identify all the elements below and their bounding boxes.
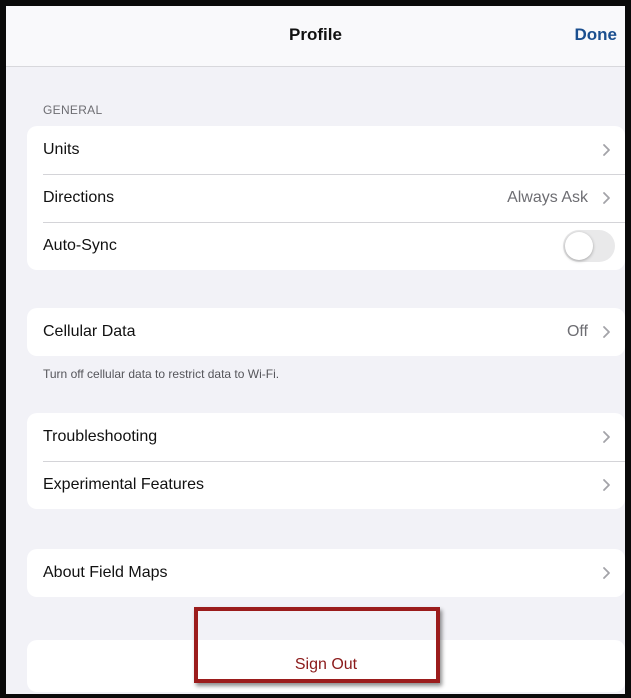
- units-label: Units: [43, 141, 80, 158]
- experimental-features-row[interactable]: Experimental Features: [27, 461, 625, 509]
- chevron-right-icon: [603, 431, 610, 443]
- about-field-maps-label: About Field Maps: [43, 564, 168, 581]
- chevron-right-icon: [603, 326, 610, 338]
- directions-value: Always Ask: [507, 189, 588, 206]
- about-group: About Field Maps: [27, 549, 625, 597]
- page-title: Profile: [289, 25, 342, 44]
- profile-screen: Profile Done GENERAL Units Directions Al…: [0, 0, 631, 698]
- section-header-general: GENERAL: [43, 103, 103, 117]
- chevron-right-icon: [603, 192, 610, 204]
- cellular-group: Cellular Data Off: [27, 308, 625, 356]
- auto-sync-row: Auto-Sync: [27, 222, 625, 270]
- sign-out-group: Sign Out: [27, 640, 625, 692]
- cellular-footnote: Turn off cellular data to restrict data …: [43, 367, 280, 381]
- chevron-right-icon: [603, 479, 610, 491]
- about-field-maps-row[interactable]: About Field Maps: [27, 549, 625, 597]
- chevron-right-icon: [603, 567, 610, 579]
- support-group: Troubleshooting Experimental Features: [27, 413, 625, 509]
- cellular-data-value: Off: [566, 323, 588, 340]
- done-button[interactable]: Done: [575, 25, 618, 45]
- units-row[interactable]: Units: [27, 126, 625, 174]
- troubleshooting-label: Troubleshooting: [43, 428, 158, 445]
- cellular-data-label: Cellular Data: [43, 323, 136, 340]
- directions-label: Directions: [43, 189, 115, 206]
- cellular-data-row[interactable]: Cellular Data Off: [27, 308, 625, 356]
- auto-sync-toggle[interactable]: [563, 230, 615, 262]
- auto-sync-label: Auto-Sync: [43, 237, 117, 254]
- navigation-bar: Profile Done: [6, 6, 625, 67]
- troubleshooting-row[interactable]: Troubleshooting: [27, 413, 625, 461]
- directions-row[interactable]: Directions Always Ask: [27, 174, 625, 222]
- toggle-knob: [565, 232, 593, 260]
- experimental-features-label: Experimental Features: [43, 476, 204, 493]
- chevron-right-icon: [603, 144, 610, 156]
- sign-out-button[interactable]: Sign Out: [27, 656, 625, 674]
- general-group: Units Directions Always Ask Auto-Sync: [27, 126, 625, 270]
